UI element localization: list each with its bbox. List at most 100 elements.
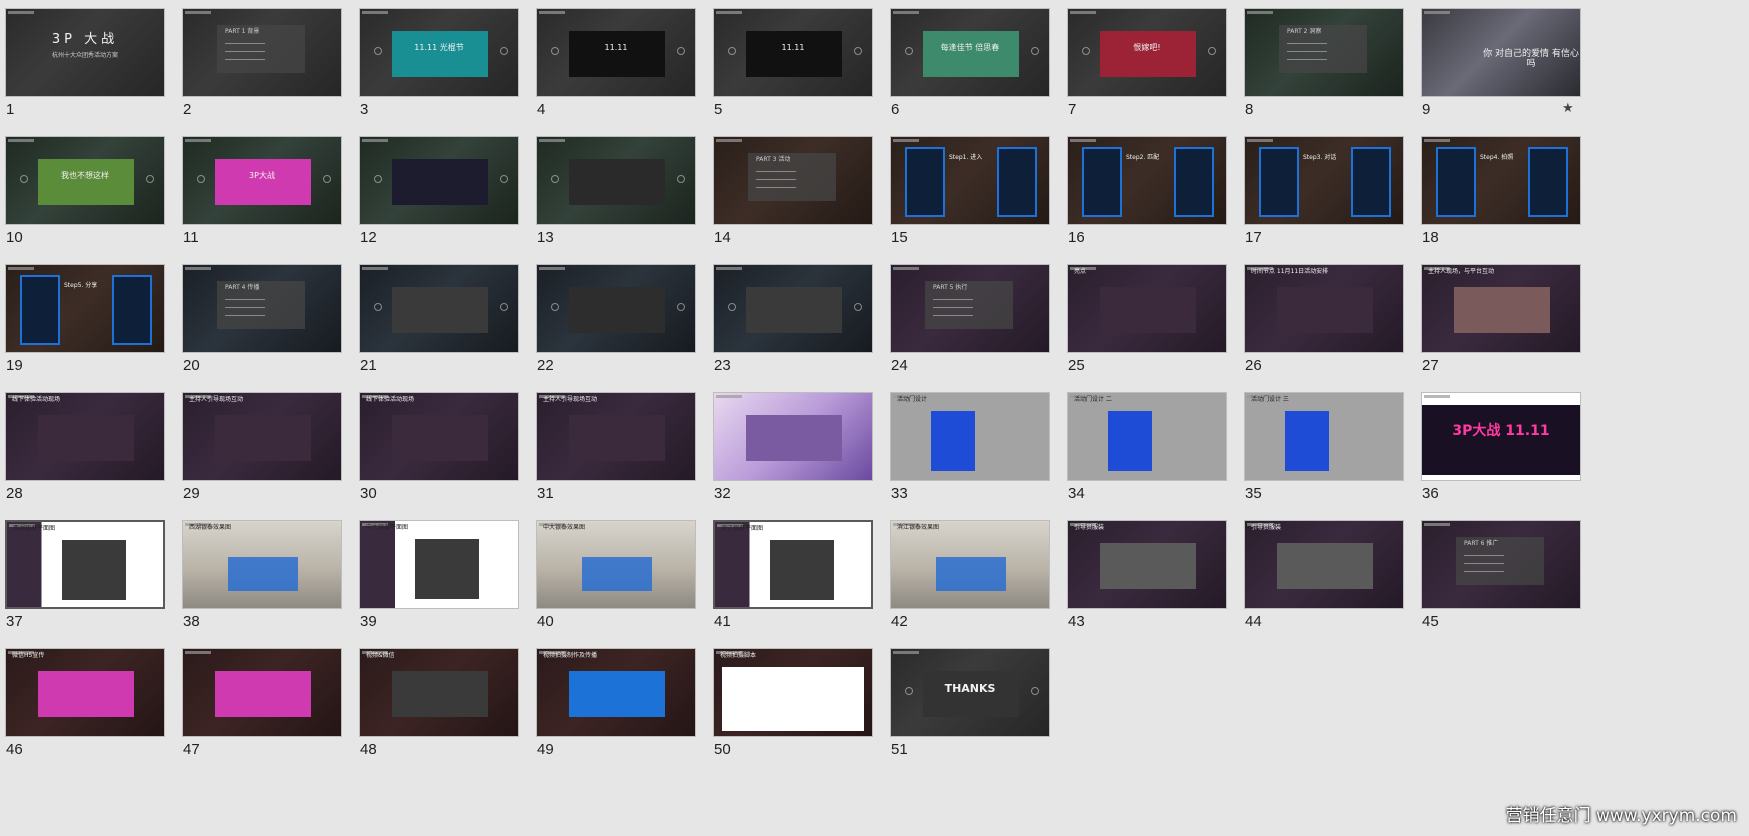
slide-number: 38	[183, 613, 200, 630]
section-panel: PART 2 洞察	[1279, 25, 1367, 73]
slide-thumbnail-28[interactable]: 线下体验活动现场 28	[0, 384, 165, 502]
slide-thumbnail-46[interactable]: 微信H5宣传 46	[0, 640, 165, 758]
text-line	[225, 299, 265, 300]
slide-number: 39	[360, 613, 377, 630]
slide-preview: 活动门设计 三	[1244, 392, 1404, 481]
slide-thumbnail-41[interactable]: 滨江银泰平面图 41	[708, 512, 873, 630]
slide-thumbnail-11[interactable]: 3P大战 11	[177, 128, 342, 246]
slide-title: 每逢佳节 倍思春	[940, 43, 1000, 52]
slide-thumbnail-30[interactable]: 线下体验活动现场 30	[354, 384, 519, 502]
slide-number: 22	[537, 357, 554, 374]
slide-thumbnail-3[interactable]: 11.11 光棍节 3	[354, 0, 519, 118]
slide-thumbnail-12[interactable]: 12	[354, 128, 519, 246]
slide-thumbnail-15[interactable]: Step1. 进入 15	[885, 128, 1050, 246]
slide-topbar	[893, 11, 919, 14]
slide-thumbnail-26[interactable]: 时间节点 11月11日活动安排 26	[1239, 256, 1404, 374]
slide-number: 27	[1422, 357, 1439, 374]
slide-thumbnail-35[interactable]: 活动门设计 三 35	[1239, 384, 1404, 502]
slide-number: 33	[891, 485, 908, 502]
slide-content-block	[392, 671, 488, 717]
slide-topbar	[893, 139, 919, 142]
slide-preview: 11.11	[713, 8, 873, 97]
slide-preview: 恨嫁吧!	[1067, 8, 1227, 97]
text-line	[1464, 571, 1504, 572]
slide-thumbnail-39[interactable]: 中大银泰平面图 39	[354, 512, 519, 630]
slide-number: 25	[1068, 357, 1085, 374]
slide-thumbnail-40[interactable]: 中大银泰效果图 40	[531, 512, 696, 630]
section-panel: PART 4 传播	[217, 281, 305, 329]
slide-thumbnail-16[interactable]: Step2. 匹配 16	[1062, 128, 1227, 246]
slide-thumbnail-49[interactable]: 视频拍摄制作及传播 49	[531, 640, 696, 758]
slide-number: 16	[1068, 229, 1085, 246]
slide-number: 34	[1068, 485, 1085, 502]
slide-preview: 微信H5宣传	[5, 648, 165, 737]
slide-topbar	[1424, 11, 1450, 14]
slide-thumbnail-2[interactable]: PART 1 背景 2	[177, 0, 342, 118]
slide-thumbnail-48[interactable]: 视频&微信 48	[354, 640, 519, 758]
slide-thumbnail-34[interactable]: 活动门设计 二 34	[1062, 384, 1227, 502]
slide-number: 44	[1245, 613, 1262, 630]
slide-thumbnail-8[interactable]: PART 2 洞察 8	[1239, 0, 1404, 118]
slide-content-block	[392, 159, 488, 205]
slide-thumbnail-14[interactable]: PART 3 活动 14	[708, 128, 873, 246]
slide-title: 主持人现场，与平台互动	[1428, 268, 1495, 275]
slide-thumbnail-27[interactable]: 主持人现场，与平台互动 27	[1416, 256, 1581, 374]
slide-thumbnail-23[interactable]: 23	[708, 256, 873, 374]
slide-number: 20	[183, 357, 200, 374]
slide-title: 11.11	[604, 43, 628, 52]
slide-thumbnail-9[interactable]: 你 对自己的爱情 有信心吗 9 ★	[1416, 0, 1581, 118]
nav-arrow-icon	[677, 175, 685, 183]
slide-thumbnail-45[interactable]: PART 6 推广 45	[1416, 512, 1581, 630]
nav-arrow-icon	[500, 175, 508, 183]
slide-thumbnail-4[interactable]: 11.11 4	[531, 0, 696, 118]
slide-thumbnail-6[interactable]: 每逢佳节 倍思春 6	[885, 0, 1050, 118]
slide-title: 3P 大战	[51, 32, 119, 47]
slide-number: 1	[6, 101, 15, 118]
slide-thumbnail-32[interactable]: 32	[708, 384, 873, 502]
slide-thumbnail-21[interactable]: 21	[354, 256, 519, 374]
slide-content-block	[38, 415, 134, 461]
slide-number: 32	[714, 485, 731, 502]
slide-thumbnail-25[interactable]: 亮点 25	[1062, 256, 1227, 374]
slide-content-block	[936, 557, 1006, 591]
slide-thumbnail-44[interactable]: 引导员服装 44	[1239, 512, 1404, 630]
slide-thumbnail-24[interactable]: PART 5 执行 24	[885, 256, 1050, 374]
slide-thumbnail-43[interactable]: 引导员服装 43	[1062, 512, 1227, 630]
slide-thumbnail-22[interactable]: 22	[531, 256, 696, 374]
slide-preview: THANKS	[890, 648, 1050, 737]
slide-thumbnail-47[interactable]: 47	[177, 640, 342, 758]
slide-title: 滨江银泰效果图	[897, 524, 940, 531]
slide-content-block	[1100, 31, 1196, 77]
slide-content-block	[38, 159, 134, 205]
slide-number: 42	[891, 613, 908, 630]
slide-thumbnail-18[interactable]: Step4. 拍照 18	[1416, 128, 1581, 246]
slide-content-block	[746, 415, 842, 461]
slide-thumbnail-17[interactable]: Step3. 对话 17	[1239, 128, 1404, 246]
slide-title: 11.11	[781, 43, 805, 52]
slide-thumbnail-42[interactable]: 滨江银泰效果图 42	[885, 512, 1050, 630]
slide-thumbnail-37[interactable]: 西湖银泰平面图 37	[0, 512, 165, 630]
slide-thumbnail-36[interactable]: 3P大战 11.11 36	[1416, 384, 1581, 502]
slide-thumbnail-20[interactable]: PART 4 传播 20	[177, 256, 342, 374]
slide-thumbnail-7[interactable]: 恨嫁吧! 7	[1062, 0, 1227, 118]
slide-thumbnail-31[interactable]: 主持人引导现场互动 31	[531, 384, 696, 502]
slide-content-block	[770, 540, 834, 600]
slide-thumbnail-50[interactable]: 视频拍摄脚本 50	[708, 640, 873, 758]
slide-thumbnail-33[interactable]: 活动门设计 33	[885, 384, 1050, 502]
slide-thumbnail-19[interactable]: Step5. 分享 19	[0, 256, 165, 374]
slide-thumbnail-10[interactable]: 我也不想这样 10	[0, 128, 165, 246]
slide-preview: 主持人引导现场互动	[182, 392, 342, 481]
slide-thumbnail-13[interactable]: 13	[531, 128, 696, 246]
slide-topbar	[893, 267, 919, 270]
slide-preview: 线下体验活动现场	[359, 392, 519, 481]
slide-thumbnail-51[interactable]: THANKS 51	[885, 640, 1050, 758]
section-title: PART 6 推广	[1464, 540, 1499, 547]
slide-topbar	[1247, 139, 1273, 142]
slide-thumbnail-29[interactable]: 主持人引导现场互动 29	[177, 384, 342, 502]
slide-number: 9	[1422, 101, 1431, 118]
slide-thumbnail-5[interactable]: 11.11 5	[708, 0, 873, 118]
slide-thumbnail-38[interactable]: 西湖银泰效果图 38	[177, 512, 342, 630]
slide-title: 滨江银泰平面图	[721, 525, 764, 532]
slide-content-block	[569, 287, 665, 333]
slide-thumbnail-1[interactable]: 3P 大战 杭州十大众团秀活动方案 1	[0, 0, 165, 118]
